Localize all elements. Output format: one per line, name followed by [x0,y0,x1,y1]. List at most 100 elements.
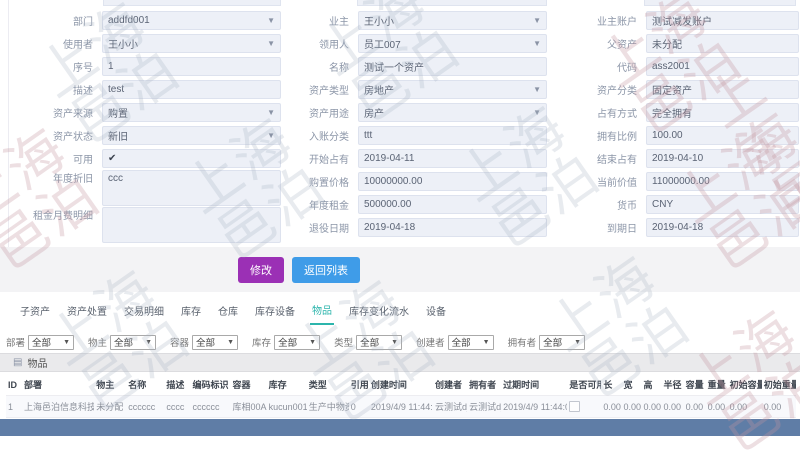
tab-item[interactable]: 资产处置 [65,298,109,324]
form-field: 退役日期2019-04-18 [297,216,547,239]
field-label: 到期日 [589,220,646,235]
field-input[interactable]: 2019-04-11 [358,149,547,168]
field-value: 2019-04-10 [652,153,703,164]
field-select[interactable]: 新旧▼ [102,126,281,145]
form-field: 购置价格10000000.00 [297,170,547,193]
filter-select[interactable]: 全部▼ [448,335,494,350]
field-value: 购置 [108,105,128,120]
field-select[interactable]: 房地产▼ [358,80,547,99]
field-textarea[interactable] [102,207,281,243]
table-cell: cccccc [190,396,230,418]
field-label: 入账分类 [297,128,358,143]
field-input[interactable]: 测试减发账户 [646,11,799,30]
field-value: 员工007 [364,36,401,51]
field-input[interactable]: 2019-04-10 [646,149,799,168]
field-input[interactable]: 固定资产 [646,80,799,99]
field-select[interactable]: 购置▼ [102,103,281,122]
table-cell: 0.00 [684,396,706,418]
field-checkbox[interactable]: ✔ [102,149,281,168]
row-checkbox[interactable] [569,401,580,412]
tab-item[interactable]: 物品 [310,297,334,325]
tab-item[interactable]: 交易明细 [122,298,166,324]
field-label: 货币 [589,197,646,212]
table-cell: kucun001 [267,396,307,418]
column-header: 半径 [662,374,684,396]
field-label: 领用人 [297,36,358,51]
filter-label: 创建者 [416,335,445,349]
filter-value: 全部 [360,335,379,349]
tab-item[interactable]: 仓库 [216,298,240,324]
field-label: 描述 [13,82,102,97]
column-header: 引用 [349,374,369,396]
filter-select[interactable]: 全部 ▼ [110,335,156,350]
field-select[interactable]: 王小小▼ [102,34,281,53]
cut-input[interactable] [357,0,547,6]
field-value: 2019-04-18 [652,222,703,233]
field-label: 年度租金 [297,197,358,212]
field-input[interactable]: 500000.00 [358,195,547,214]
chevron-down-icon: ▼ [267,39,275,48]
field-label: 资产用途 [297,105,358,120]
field-input[interactable]: 测试一个资产 [358,57,547,76]
filter-select[interactable]: 全部▼ [274,335,320,350]
column-header: 名称 [126,374,164,396]
field-input[interactable]: 10000000.00 [358,172,547,191]
field-value: 2019-04-11 [364,153,414,164]
field-input[interactable]: ass2001 [646,57,799,76]
cut-input[interactable] [103,0,281,6]
filter-value: 全部 [196,335,215,349]
filter-value: 全部 [32,335,51,349]
field-input[interactable]: 未分配 [646,34,799,53]
table-cell: 云测试dj [433,396,467,418]
tab-item[interactable]: 库存 [179,298,203,324]
tab-item[interactable]: 库存设备 [253,298,297,324]
field-value: 1 [108,61,114,72]
table-cell: 2019/4/9 11:44:03 [369,396,433,418]
tab-item[interactable]: 子资产 [18,298,52,324]
field-label: 开始占有 [297,151,358,166]
table-cell: 上海邑泊信息科技 [22,396,94,418]
field-value: test [108,84,124,95]
field-select[interactable]: addfd001▼ [102,11,281,30]
column-header: 容器 [231,374,267,396]
form-field: 结束占有2019-04-10 [589,147,799,170]
field-select[interactable]: 员工007▼ [358,34,547,53]
filter-value: 全部 [114,335,133,349]
edit-button[interactable]: 修改 [238,257,284,283]
field-textarea[interactable]: ccc [102,170,281,206]
form-field: 入账分类ttt [297,124,547,147]
filter-select[interactable]: 全部▼ [192,335,238,350]
field-input[interactable]: 11000000.00 [646,172,799,191]
chevron-down-icon: ▼ [145,339,152,346]
field-select[interactable]: 王小小▼ [358,11,547,30]
table-cell [567,396,601,418]
field-value: CNY [652,199,673,210]
column-header: 容量 [684,374,706,396]
filter-select[interactable]: 全部▼ [356,335,402,350]
field-input[interactable]: 完全拥有 [646,103,799,122]
field-value: 房地产 [364,82,394,97]
filter-select[interactable]: 全部▼ [539,335,585,350]
field-label: 购置价格 [297,174,358,189]
field-input[interactable]: test [102,80,281,99]
field-input[interactable]: 2019-04-18 [646,218,799,237]
field-input[interactable]: 2019-04-18 [358,218,547,237]
filter-select[interactable]: 全部▼ [28,335,74,350]
tab-item[interactable]: 库存变化流水 [347,298,411,324]
field-select[interactable]: 房产▼ [358,103,547,122]
form-field: 租金月费明细 [13,207,281,244]
table-row[interactable]: 1上海邑泊信息科技未分配cccccccccccccccc库相00Akucun00… [6,396,796,418]
column-header: 物主 [94,374,126,396]
cut-input[interactable] [644,0,796,6]
field-input[interactable]: ttt [358,126,547,145]
column-header: 库存 [267,374,307,396]
field-input[interactable]: 100.00 [646,126,799,145]
chevron-down-icon: ▼ [574,339,581,346]
field-input[interactable]: CNY [646,195,799,214]
field-value: ccc [108,173,123,184]
field-input[interactable]: 1 [102,57,281,76]
tab-item[interactable]: 设备 [424,298,448,324]
table-cell: cccc [164,396,190,418]
table-cell: cccccc [126,396,164,418]
back-to-list-button[interactable]: 返回列表 [292,257,360,283]
